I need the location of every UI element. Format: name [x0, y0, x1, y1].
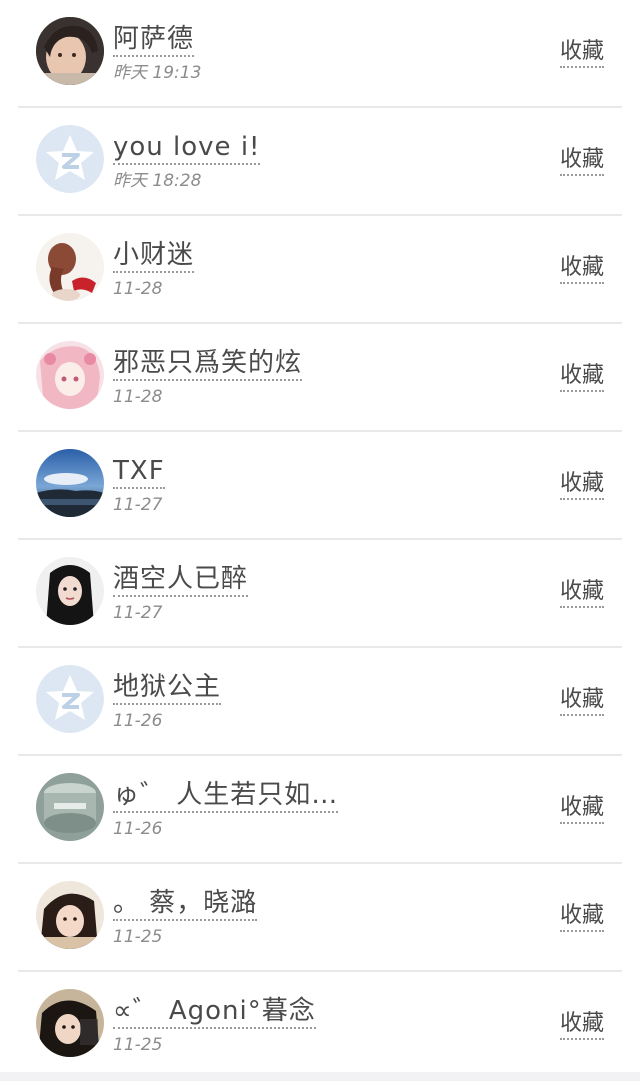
list-item[interactable]: TXF 11-27 收藏 — [0, 432, 640, 540]
contact-list: 阿萨德 昨天 19:13 收藏 you love i! 昨天 18:28 收藏 — [0, 0, 640, 1081]
favorite-button[interactable]: 收藏 — [559, 686, 604, 716]
avatar[interactable] — [36, 665, 104, 733]
contact-name: 邪恶只爲笑的炫 — [113, 348, 303, 381]
contact-name: 。 蔡，晓潞 — [113, 888, 258, 921]
contact-name: ゅ゛ 人生若只如… — [113, 780, 339, 813]
timestamp: 11-27 — [113, 603, 163, 623]
favorite-button[interactable]: 收藏 — [559, 362, 604, 392]
contact-name: TXF — [113, 456, 165, 489]
favorite-button[interactable]: 收藏 — [559, 470, 604, 500]
list-item[interactable]: you love i! 昨天 18:28 收藏 — [0, 108, 640, 216]
contact-name: 地狱公主 — [113, 672, 222, 705]
avatar[interactable] — [36, 449, 104, 517]
avatar[interactable] — [36, 989, 104, 1057]
list-item[interactable]: 小财迷 11-28 收藏 — [0, 216, 640, 324]
contact-name: 小财迷 — [113, 240, 195, 273]
avatar[interactable] — [36, 125, 104, 193]
list-item[interactable]: ∝゛ Agoni°暮念 11-25 收藏 — [0, 972, 640, 1080]
list-item[interactable]: 阿萨德 昨天 19:13 收藏 — [0, 0, 640, 108]
list-item[interactable]: 酒空人已醉 11-27 收藏 — [0, 540, 640, 648]
list-item[interactable]: 。 蔡，晓潞 11-25 收藏 — [0, 864, 640, 972]
favorite-button[interactable]: 收藏 — [559, 146, 604, 176]
favorite-button[interactable]: 收藏 — [559, 794, 604, 824]
default-avatar-icon — [36, 665, 104, 733]
favorite-button[interactable]: 收藏 — [559, 1010, 604, 1040]
avatar[interactable] — [36, 557, 104, 625]
timestamp: 11-27 — [113, 495, 163, 515]
avatar[interactable] — [36, 17, 104, 85]
timestamp: 11-25 — [113, 1035, 163, 1055]
avatar[interactable] — [36, 233, 104, 301]
favorite-button[interactable]: 收藏 — [559, 38, 604, 68]
timestamp: 昨天 18:28 — [113, 171, 202, 191]
contact-name: you love i! — [113, 132, 261, 165]
favorite-button[interactable]: 收藏 — [559, 578, 604, 608]
contact-name: 酒空人已醉 — [113, 564, 249, 597]
bottom-bar — [0, 1072, 640, 1081]
timestamp: 11-26 — [113, 711, 163, 731]
avatar[interactable] — [36, 881, 104, 949]
default-avatar-icon — [36, 125, 104, 193]
avatar[interactable] — [36, 773, 104, 841]
timestamp: 11-26 — [113, 819, 163, 839]
favorite-button[interactable]: 收藏 — [559, 254, 604, 284]
list-item[interactable]: ゅ゛ 人生若只如… 11-26 收藏 — [0, 756, 640, 864]
timestamp: 昨天 19:13 — [113, 63, 202, 83]
favorite-button[interactable]: 收藏 — [559, 902, 604, 932]
list-item[interactable]: 邪恶只爲笑的炫 11-28 收藏 — [0, 324, 640, 432]
timestamp: 11-25 — [113, 927, 163, 947]
timestamp: 11-28 — [113, 279, 163, 299]
timestamp: 11-28 — [113, 387, 163, 407]
contact-name: 阿萨德 — [113, 24, 195, 57]
avatar[interactable] — [36, 341, 104, 409]
list-item[interactable]: 地狱公主 11-26 收藏 — [0, 648, 640, 756]
contact-name: ∝゛ Agoni°暮念 — [113, 996, 316, 1029]
